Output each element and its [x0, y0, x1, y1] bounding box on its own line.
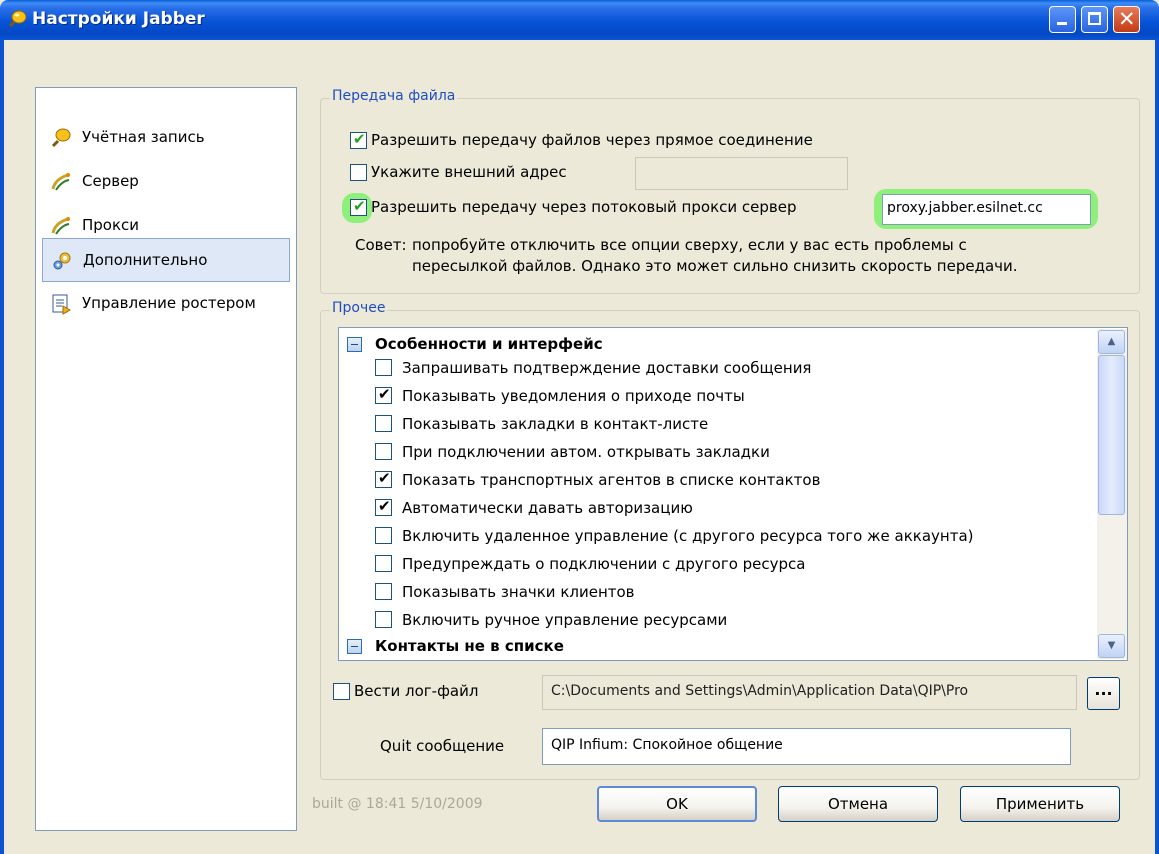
external-address-label: Укажите внешний адрес — [371, 163, 567, 181]
option-label: Автоматически давать авторизацию — [402, 499, 693, 517]
browse-button[interactable]: ... — [1087, 677, 1120, 710]
option-label: Показывать значки клиентов — [402, 583, 635, 601]
option-checkbox[interactable] — [375, 527, 392, 544]
settings-sidebar: Учётная запись Сервер Прокси Дополнитель… — [35, 87, 297, 831]
tip-text-line1: попробуйте отключить все опции сверху, е… — [412, 236, 967, 254]
minimize-button[interactable] — [1049, 6, 1076, 33]
scroll-up-icon[interactable]: ▲ — [1098, 330, 1125, 354]
tree-option-row[interactable]: Показывать значки клиентов — [339, 580, 1094, 604]
file-transfer-group-title: Передача файла — [330, 88, 458, 104]
sidebar-item-label: Учётная запись — [82, 128, 205, 146]
ok-button[interactable]: OK — [597, 786, 757, 822]
option-checkbox[interactable] — [375, 555, 392, 572]
tree-group-row[interactable]: Контакты не в списке — [339, 634, 1094, 658]
option-label: Включить удаленное управление (с другого… — [402, 527, 974, 545]
sidebar-item-label: Дополнительно — [83, 251, 208, 269]
external-address-input[interactable] — [635, 157, 848, 190]
option-checkbox[interactable] — [375, 611, 392, 628]
direct-connection-label: Разрешить передачу файлов через прямое с… — [371, 131, 813, 149]
maximize-icon — [1088, 12, 1101, 25]
tree-option-row[interactable]: Включить удаленное управление (с другого… — [339, 524, 1094, 548]
scroll-thumb[interactable] — [1098, 355, 1125, 515]
option-checkbox[interactable]: ✔ — [375, 385, 392, 404]
log-file-label: Вести лог-файл — [354, 682, 479, 700]
tree-option-row[interactable]: Предупреждать о подключении с другого ре… — [339, 552, 1094, 576]
tree-group-row[interactable]: Особенности и интерфейс — [339, 332, 1094, 356]
checkmark-icon: ✔ — [353, 130, 366, 148]
tree-option-row[interactable]: ✔ Показать транспортных агентов в списке… — [339, 468, 1094, 492]
option-checkbox[interactable]: ✔ — [375, 497, 392, 516]
option-label: Показать транспортных агентов в списке к… — [402, 471, 821, 489]
close-button[interactable]: ✕ — [1113, 6, 1140, 33]
close-icon: ✕ — [1118, 7, 1136, 31]
cancel-button[interactable]: Отмена — [778, 786, 938, 822]
external-address-checkbox[interactable] — [350, 164, 367, 181]
option-label: Запрашивать подтверждение доставки сообщ… — [402, 359, 812, 377]
direct-connection-checkbox[interactable]: ✔ — [350, 130, 367, 149]
options-scrollbar[interactable]: ▲ ▼ — [1097, 329, 1127, 659]
quit-message-label: Quit сообщение — [380, 737, 505, 755]
option-checkbox[interactable] — [375, 583, 392, 600]
log-file-checkbox[interactable] — [333, 683, 350, 700]
sidebar-item-server[interactable]: Сервер — [42, 160, 290, 204]
server-satellite-icon — [51, 173, 70, 191]
minimize-icon — [1057, 22, 1067, 25]
title-bar[interactable]: Настройки Jabber ✕ — [0, 0, 1159, 40]
tree-group-label: Контакты не в списке — [375, 637, 564, 655]
advanced-gears-icon — [53, 252, 71, 270]
checkmark-icon: ✔ — [378, 469, 391, 487]
option-label: Предупреждать о подключении с другого ре… — [402, 555, 806, 573]
sidebar-item-label: Прокси — [82, 216, 140, 234]
option-label: Показывать закладки в контакт-листе — [402, 415, 709, 433]
window-frame-left — [0, 40, 4, 854]
sidebar-item-label: Управление ростером — [82, 294, 256, 312]
option-checkbox[interactable] — [375, 415, 392, 432]
tree-option-row[interactable]: ✔ Показывать уведомления о приходе почты — [339, 384, 1094, 408]
build-info: built @ 18:41 5/10/2009 — [312, 796, 483, 812]
collapse-icon[interactable] — [347, 639, 362, 654]
checkmark-icon: ✔ — [378, 385, 391, 403]
account-bulb-icon — [51, 128, 71, 148]
tree-option-row[interactable]: Показывать закладки в контакт-листе — [339, 412, 1094, 436]
proxy-satellite-icon — [51, 217, 70, 235]
options-tree[interactable]: Особенности и интерфейс Запрашивать подт… — [338, 327, 1128, 661]
sidebar-item-account[interactable]: Учётная запись — [42, 116, 290, 160]
stream-proxy-label: Разрешить передачу через потоковый прокс… — [371, 198, 797, 216]
roster-list-icon — [52, 294, 72, 315]
log-file-path-input[interactable]: C:\Documents and Settings\Admin\Applicat… — [542, 675, 1077, 710]
sidebar-item-label: Сервер — [82, 172, 139, 190]
option-label: При подключении автом. открывать закладк… — [402, 443, 770, 461]
checkmark-icon: ✔ — [353, 197, 366, 215]
stream-proxy-input[interactable]: proxy.jabber.esilnet.cc — [882, 194, 1091, 225]
sidebar-item-advanced[interactable]: Дополнительно — [42, 238, 290, 282]
option-checkbox[interactable] — [375, 359, 392, 376]
scroll-down-icon[interactable]: ▼ — [1098, 634, 1125, 658]
option-checkbox[interactable]: ✔ — [375, 469, 392, 488]
window-title: Настройки Jabber — [32, 9, 205, 29]
option-label: Включить ручное управление ресурсами — [402, 611, 728, 629]
bulb-icon — [8, 10, 27, 28]
sidebar-item-roster[interactable]: Управление ростером — [42, 282, 290, 326]
stream-proxy-checkbox[interactable]: ✔ — [350, 197, 367, 216]
option-label: Показывать уведомления о приходе почты — [402, 387, 745, 405]
tree-group-label: Особенности и интерфейс — [375, 335, 603, 353]
window-frame-right — [1155, 40, 1159, 854]
option-checkbox[interactable] — [375, 443, 392, 460]
tip-label: Совет: — [355, 236, 407, 254]
checkmark-icon: ✔ — [378, 497, 391, 515]
tip-text-line2: пересылкой файлов. Однако это может силь… — [412, 257, 1018, 275]
apply-button[interactable]: Применить — [960, 786, 1120, 822]
tree-option-row[interactable]: ✔ Автоматически давать авторизацию — [339, 496, 1094, 520]
tree-option-row[interactable]: Включить ручное управление ресурсами — [339, 608, 1094, 632]
settings-window: Настройки Jabber ✕ Учётная запись Сервер — [0, 0, 1159, 854]
misc-group-title: Прочее — [330, 300, 388, 316]
maximize-button[interactable] — [1081, 6, 1108, 33]
collapse-icon[interactable] — [347, 337, 362, 352]
quit-message-input[interactable]: QIP Infium: Спокойное общение — [542, 728, 1071, 765]
tree-option-row[interactable]: Запрашивать подтверждение доставки сообщ… — [339, 356, 1094, 380]
tree-option-row[interactable]: При подключении автом. открывать закладк… — [339, 440, 1094, 464]
